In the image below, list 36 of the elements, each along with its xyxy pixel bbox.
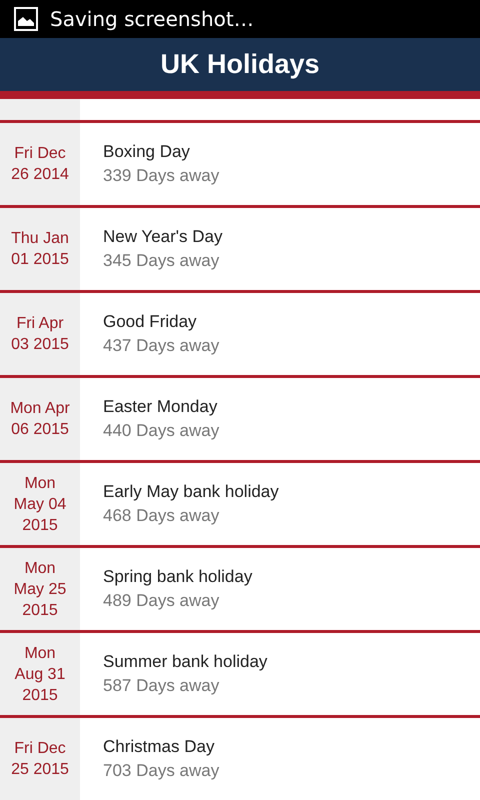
holiday-row[interactable]: Mon May 25 2015 Spring bank holiday 489 Days away bbox=[0, 548, 480, 633]
holiday-row[interactable] bbox=[0, 99, 480, 123]
days-away: 437 Days away bbox=[103, 335, 220, 357]
holiday-date: Thu Jan 01 2015 bbox=[11, 229, 69, 270]
image-icon bbox=[14, 7, 38, 31]
days-away: 440 Days away bbox=[103, 420, 220, 442]
holiday-name: Early May bank holiday bbox=[103, 481, 280, 503]
holiday-name: Boxing Day bbox=[103, 141, 191, 163]
holiday-row[interactable]: Fri Dec 26 2014 Boxing Day 339 Days away bbox=[0, 123, 480, 208]
days-away: 489 Days away bbox=[103, 590, 220, 612]
holiday-row[interactable]: Mon Aug 31 2015 Summer bank holiday 587 Days away bbox=[0, 633, 480, 718]
days-away: 703 Days away bbox=[103, 760, 220, 782]
holiday-row[interactable]: Thu Jan 01 2015 New Year's Day 345 Days away bbox=[0, 208, 480, 293]
notification-text: Saving screenshot… bbox=[50, 7, 254, 31]
days-away: 345 Days away bbox=[103, 250, 220, 272]
holiday-name: Spring bank holiday bbox=[103, 566, 254, 588]
holiday-date: Fri Dec 25 2015 bbox=[11, 739, 69, 780]
holiday-row[interactable]: Mon May 04 2015 Early May bank holiday 468 Days away bbox=[0, 463, 480, 548]
holiday-row[interactable]: Mon Apr 06 2015 Easter Monday 440 Days away bbox=[0, 378, 480, 463]
holiday-date: Mon Aug 31 2015 bbox=[14, 644, 66, 706]
days-away: 468 Days away bbox=[103, 505, 220, 527]
holiday-name: Good Friday bbox=[103, 311, 198, 333]
holiday-date: Mon Apr 06 2015 bbox=[10, 399, 70, 440]
days-away: 587 Days away bbox=[103, 675, 220, 697]
holiday-row[interactable]: Fri Apr 03 2015 Good Friday 437 Days away bbox=[0, 293, 480, 378]
holiday-name: Easter Monday bbox=[103, 396, 218, 418]
days-away: 339 Days away bbox=[103, 165, 220, 187]
holiday-row[interactable]: Fri Dec 25 2015 Christmas Day 703 Days away bbox=[0, 718, 480, 800]
holiday-name: Summer bank holiday bbox=[103, 651, 268, 673]
holiday-date: Mon May 04 2015 bbox=[14, 474, 66, 536]
holiday-date: Fri Apr 03 2015 bbox=[11, 314, 69, 355]
holiday-name: New Year's Day bbox=[103, 226, 224, 248]
holiday-date: Mon May 25 2015 bbox=[14, 558, 66, 620]
holiday-name: Christmas Day bbox=[103, 736, 216, 758]
holiday-date: Fri Dec 26 2014 bbox=[11, 144, 69, 185]
app-title: UK Holidays bbox=[160, 49, 320, 80]
